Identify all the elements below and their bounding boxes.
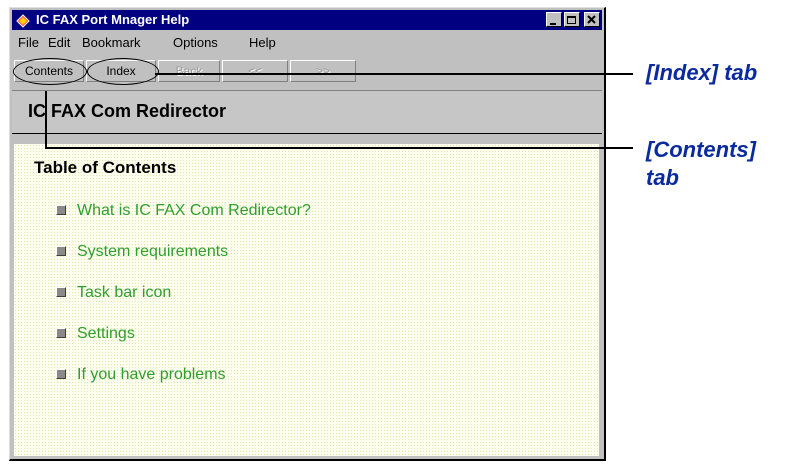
menu-help[interactable]: Help (249, 33, 276, 53)
maximize-icon (567, 16, 576, 24)
bullet-icon (56, 369, 66, 379)
close-icon (587, 15, 596, 24)
toc-link-label[interactable]: System requirements (77, 243, 228, 261)
contents-callout-line-horizontal (45, 147, 633, 149)
index-callout-line (155, 73, 633, 75)
contents-tab-callout-line1: [Contents] (646, 137, 756, 162)
help-book-icon (16, 14, 30, 28)
menu-bookmark[interactable]: Bookmark (82, 33, 141, 53)
toolbar: Contents Index Back << >> (12, 56, 602, 86)
toc-heading: Table of Contents (34, 158, 177, 177)
contents-highlight-oval (13, 58, 87, 85)
prev-button[interactable]: << (222, 60, 288, 82)
toc-link-label[interactable]: Settings (77, 325, 135, 343)
bullet-icon (56, 205, 66, 215)
help-window: IC FAX Port Mnager Help File Edit Bookma… (9, 7, 606, 461)
bullet-icon (56, 328, 66, 338)
toc-link-label[interactable]: If you have problems (77, 366, 226, 384)
close-button[interactable] (584, 12, 600, 27)
bullet-icon (56, 246, 66, 256)
contents-tab-callout-line2: tab (646, 165, 679, 190)
index-highlight-oval (87, 58, 159, 85)
toc-link-label[interactable]: What is IC FAX Com Redirector? (77, 202, 311, 220)
menu-bar: File Edit Bookmark Options Help (12, 33, 602, 53)
back-button[interactable]: Back (158, 60, 220, 82)
menu-file[interactable]: File (18, 33, 39, 53)
minimize-icon (550, 23, 556, 25)
content-pane[interactable]: Table of Contents What is IC FAX Com Red… (14, 144, 599, 456)
toc-link-label[interactable]: Task bar icon (77, 284, 171, 302)
minimize-button[interactable] (546, 12, 562, 27)
topic-header: IC FAX Com Redirector (12, 90, 602, 134)
topic-title: IC FAX Com Redirector (28, 101, 227, 121)
contents-callout-line-vertical (45, 91, 47, 148)
menu-edit[interactable]: Edit (48, 33, 70, 53)
maximize-button[interactable] (564, 12, 580, 27)
bullet-icon (56, 287, 66, 297)
title-bar[interactable]: IC FAX Port Mnager Help (12, 10, 602, 30)
index-tab-callout: [Index] tab (646, 60, 758, 85)
menu-options[interactable]: Options (173, 33, 218, 53)
next-button[interactable]: >> (290, 60, 356, 82)
window-title: IC FAX Port Mnager Help (36, 12, 190, 27)
